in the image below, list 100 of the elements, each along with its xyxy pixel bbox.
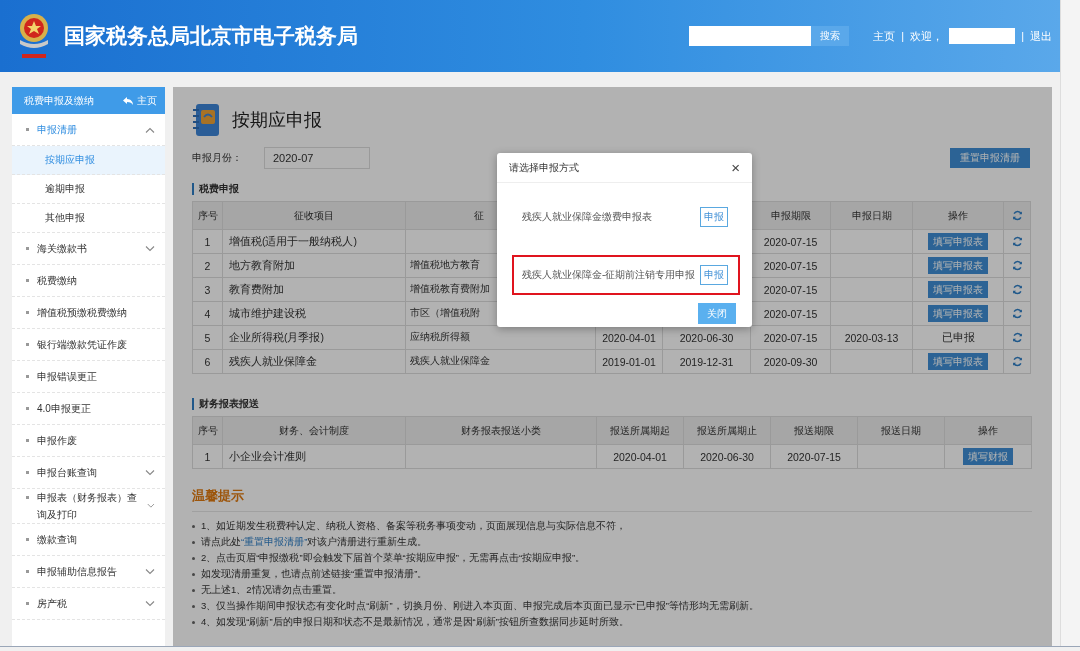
table-cell: 4 [193,302,223,326]
sidebar-subitem[interactable]: 按期应申报 [12,146,165,175]
bullet-icon [192,556,195,560]
column-header: 财务报表报送小类 [406,417,597,445]
declare-button[interactable]: 申报 [700,207,728,227]
column-header: 序号 [193,202,223,230]
search-button[interactable]: 搜索 [811,26,850,46]
sidebar-subitem[interactable]: 逾期申报 [12,175,165,204]
tip-text: 1、如近期发生税费种认定、纳税人资格、备案等税务事项变动，页面展现信息与实际信息不符， [201,519,627,533]
table-cell: 2020-06-30 [684,445,771,469]
table-cell: 教育费附加 [223,278,406,302]
tip-text: 2、点击页眉“申报缴税”即会触发下届首个菜单“按期应申报”，无需再点击“按期应申报”。 [201,551,586,565]
table-cell: 城市维护建设税 [223,302,406,326]
search-field[interactable] [689,26,812,46]
logout-link[interactable]: 退出 [1030,28,1052,44]
header-link[interactable]: 欢迎， [910,28,944,44]
sidebar-item[interactable]: 税费缴纳 [12,265,165,297]
chevron-up-icon[interactable] [145,126,155,133]
header-link[interactable]: 主页 [873,28,896,44]
table-cell: 2 [193,254,223,278]
bullet-icon [192,620,195,624]
column-header: 报送所属期起 [597,417,684,445]
sidebar-item[interactable]: 申报表（财务报表）查询及打印 [12,489,165,524]
sidebar-item[interactable]: 申报作废 [12,425,165,457]
declare-button[interactable]: 申报 [700,265,728,285]
header-link[interactable]: | [901,30,905,42]
month-field[interactable]: 2020-07 [264,147,370,169]
section-title: 财务报表报送 [192,398,1032,410]
table-cell: 2019-01-01 [596,350,663,374]
fill-form-button[interactable]: 填写申报表 [928,305,988,322]
table-cell: 2020-03-13 [831,326,913,350]
column-header: 序号 [193,417,223,445]
fill-form-button[interactable]: 填写申报表 [928,257,988,274]
refresh-icon[interactable] [1011,260,1023,271]
site-title: 国家税务总局北京市电子税务局 [64,23,359,49]
scrollbar[interactable] [1060,0,1080,646]
table-cell: 1 [193,230,223,254]
sidebar-subitem[interactable]: 其他申报 [12,204,165,233]
table-cell: 1 [193,445,223,469]
chevron-down-icon[interactable] [145,245,155,252]
refresh-icon[interactable] [1011,210,1023,221]
chevron-down-icon[interactable] [145,600,155,607]
sidebar-item[interactable]: 海关缴款书 [12,233,165,265]
column-header: 征收项目 [223,202,406,230]
column-header: 报送期限 [771,417,858,445]
table-cell: 地方教育附加 [223,254,406,278]
bullet-icon [192,572,195,576]
table-cell: 小企业会计准则 [223,445,406,469]
table-cell: 6 [193,350,223,374]
sidebar-item[interactable]: 4.0申报更正 [12,393,165,425]
table-cell: 残疾人就业保障金 [223,350,406,374]
header-separator: | [1021,30,1024,42]
fill-form-button[interactable]: 填写申报表 [928,233,988,250]
table-cell: 增值税(适用于一般纳税人) [223,230,406,254]
back-arrow-icon [123,96,133,105]
column-header: 申报日期 [831,202,913,230]
table-cell: 企业所得税(月季报) [223,326,406,350]
chevron-down-icon[interactable] [147,503,155,509]
table-cell: 2020-07-15 [751,326,831,350]
refresh-icon[interactable] [1011,356,1023,367]
sidebar-item[interactable]: 银行端缴款凭证作废 [12,329,165,361]
sidebar-item[interactable]: 缴款查询 [12,524,165,556]
tip-text: 3、仅当操作期间申报状态有变化时点“刷新”，切换月份、刚进入本页面、申报完成后本页面已显示“已申报”等情形均无需刷新。 [201,599,759,613]
column-header: 操作 [945,417,1032,445]
refresh-icon[interactable] [1011,308,1023,319]
close-button[interactable]: 关闭 [698,303,736,324]
sidebar-item[interactable]: 增值税预缴税费缴纳 [12,297,165,329]
reset-link[interactable]: “重置申报清册” [241,536,308,547]
sidebar-item[interactable]: 申报台账查询 [12,457,165,489]
fill-form-button[interactable]: 填写申报表 [928,353,988,370]
fill-form-button[interactable]: 填写财报 [963,448,1013,465]
field-label: 申报月份： [192,151,242,165]
tip-text: 无上述1、2情况请勿点击重置。 [201,583,342,597]
column-header: 报送所属期止 [684,417,771,445]
table-cell: 2019-12-31 [663,350,751,374]
bullet-icon [192,524,195,528]
chevron-down-icon[interactable] [145,568,155,575]
chevron-down-icon[interactable] [145,469,155,476]
bullet-icon [192,588,195,592]
refresh-icon[interactable] [1011,284,1023,295]
home-link[interactable]: 主页 [123,93,157,108]
tip-text: 如发现清册重复，也请点前述链接“重置申报清册”。 [201,567,428,581]
table-cell: 3 [193,278,223,302]
tip-text: 4、如发现“刷新”后的申报日期和状态不是最新情况，通常是因“刷新”按钮所查数据同步延时所致。 [201,615,629,629]
sidebar-item[interactable]: 申报辅助信息报告 [12,556,165,588]
sidebar-item[interactable]: 房产税 [12,588,165,620]
dialog-title: 请选择申报方式 [509,160,579,175]
fill-form-button[interactable]: 填写申报表 [928,281,988,298]
table-cell: 2020-04-01 [597,445,684,469]
bullet-icon [192,604,195,608]
refresh-icon[interactable] [1011,332,1023,343]
table-cell: 2020-07-15 [771,445,858,469]
column-header: 操作 [913,202,1004,230]
bullet-icon [192,540,195,544]
sidebar-item[interactable]: 申报错误更正 [12,361,165,393]
column-header: 申报期限 [751,202,831,230]
reset-button[interactable]: 重置申报清册 [950,148,1030,168]
table-cell: 5 [193,326,223,350]
refresh-icon[interactable] [1011,236,1023,247]
redacted-name-box [949,28,1016,44]
